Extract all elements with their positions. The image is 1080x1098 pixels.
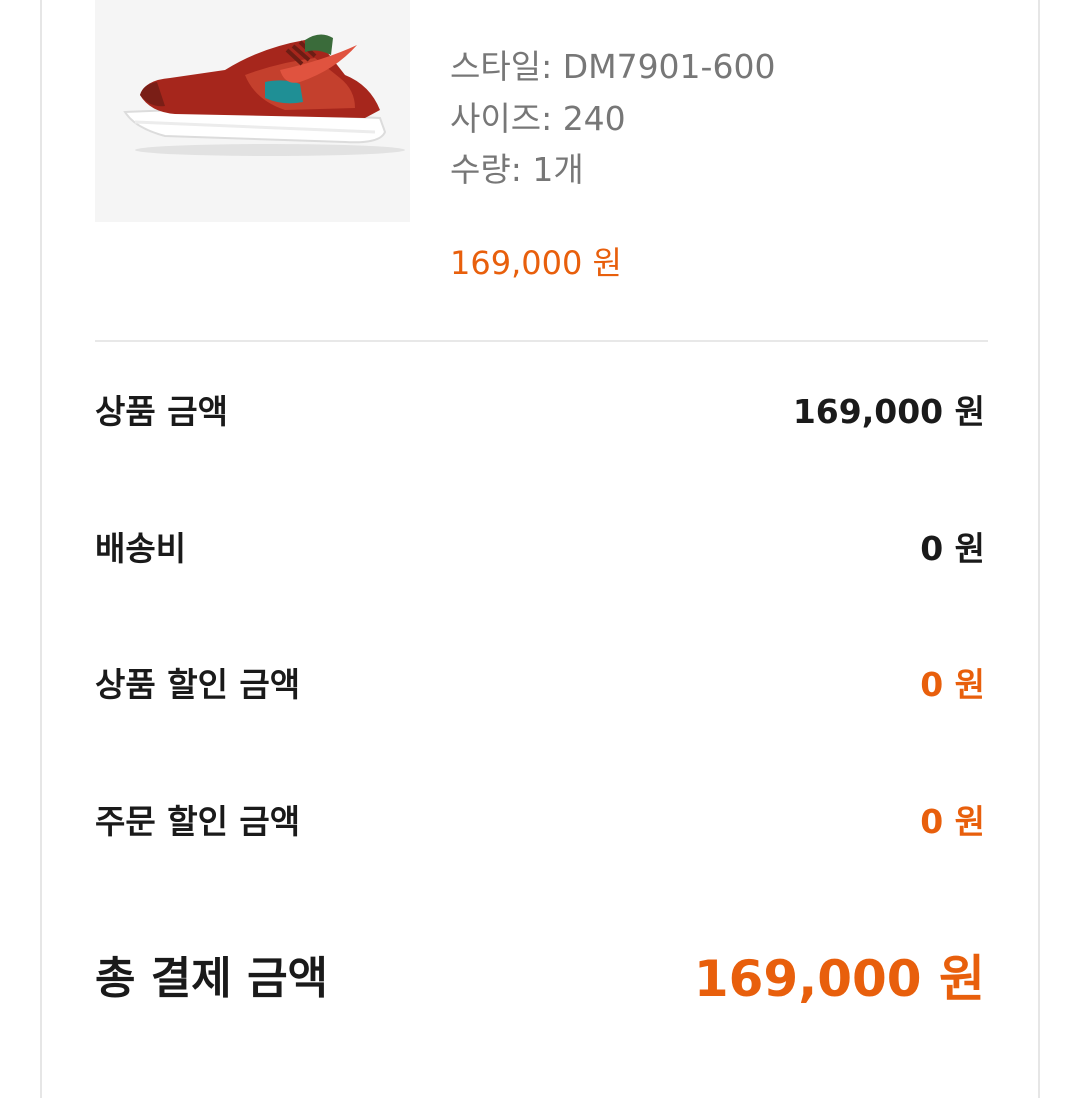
total-payment-label: 총 결제 금액 <box>95 953 329 1004</box>
order-discount-label: 주문 할인 금액 <box>95 802 301 841</box>
shipping-value: 0 원 <box>920 529 985 568</box>
product-thumbnail[interactable] <box>95 0 410 222</box>
product-price: 169,000 원 <box>450 244 622 282</box>
product-quantity-text: 수량: 1개 <box>450 150 584 189</box>
total-payment-value: 169,000 원 <box>693 950 985 1008</box>
sneaker-image <box>95 0 410 222</box>
summary-row-product-discount: 상품 할인 금액 0 원 <box>95 663 985 707</box>
order-discount-value: 0 원 <box>920 802 985 841</box>
product-discount-value: 0 원 <box>920 665 985 704</box>
summary-row-order-discount: 주문 할인 금액 0 원 <box>95 800 985 844</box>
product-discount-label: 상품 할인 금액 <box>95 665 301 704</box>
product-size-text: 사이즈: 240 <box>450 99 626 138</box>
summary-row-total: 총 결제 금액 169,000 원 <box>95 947 985 1011</box>
product-style-text: 스타일: DM7901-600 <box>450 47 776 86</box>
summary-row-shipping: 배송비 0 원 <box>95 527 985 571</box>
product-amount-value: 169,000 원 <box>792 392 985 431</box>
shipping-label: 배송비 <box>95 529 187 568</box>
summary-row-product-amount: 상품 금액 169,000 원 <box>95 390 985 434</box>
product-amount-label: 상품 금액 <box>95 392 228 431</box>
section-divider <box>95 340 988 342</box>
